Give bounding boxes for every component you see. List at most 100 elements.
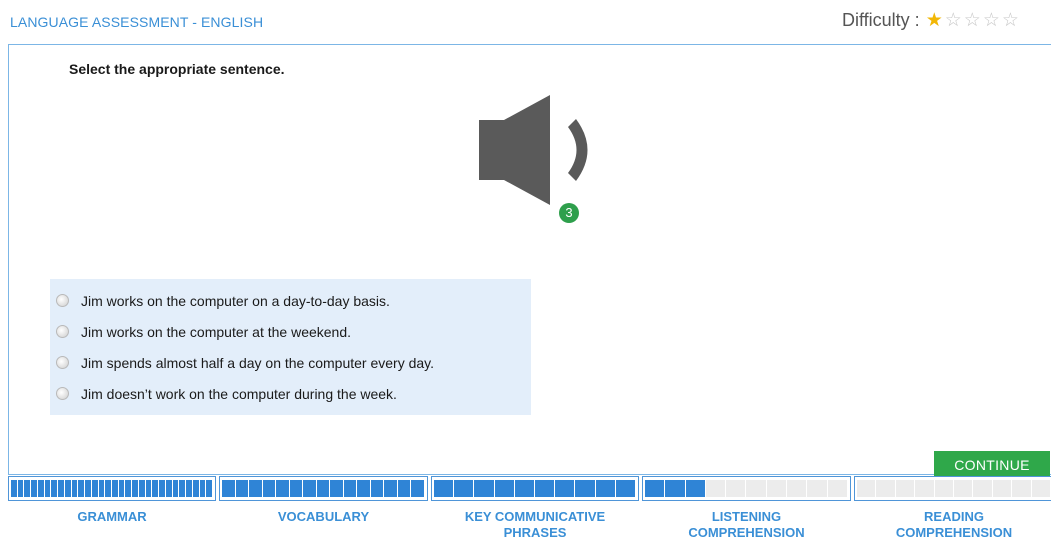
progress-section: LISTENING COMPREHENSION xyxy=(642,476,851,543)
progress-segment xyxy=(179,480,186,497)
progress-bar xyxy=(854,476,1051,501)
progress-segment xyxy=(615,480,636,497)
progress-segment xyxy=(595,480,615,497)
progress-bar xyxy=(431,476,639,501)
progress-bar xyxy=(642,476,851,501)
answer-option[interactable]: Jim works on the computer at the weekend… xyxy=(50,316,531,347)
progress-segment xyxy=(11,480,17,497)
progress-bar xyxy=(219,476,428,501)
section-label-line: COMPREHENSION xyxy=(688,525,805,540)
progress-segment xyxy=(125,480,132,497)
progress-segment xyxy=(954,480,973,497)
difficulty-stars: ★ ☆ ☆ ☆ ☆ xyxy=(926,11,1021,30)
progress-bar xyxy=(8,476,216,501)
progress-segment xyxy=(132,480,138,497)
progress-segment xyxy=(1031,480,1051,497)
progress-segment xyxy=(159,480,165,497)
progress-segment xyxy=(857,480,876,497)
progress-section-label: GRAMMAR xyxy=(8,509,216,525)
section-label-line: PHRASES xyxy=(503,525,567,540)
section-label-line: COMPREHENSION xyxy=(895,525,1013,540)
answer-option-label: Jim works on the computer on a day-to-da… xyxy=(81,292,390,309)
progress-segment xyxy=(555,480,575,497)
progress-section-label: LISTENING COMPREHENSION xyxy=(642,509,851,541)
star-empty-icon: ☆ xyxy=(1001,10,1019,31)
progress-section: GRAMMAR xyxy=(8,476,216,543)
progress-segment xyxy=(827,480,847,497)
progress-segment xyxy=(138,480,145,497)
progress-segment xyxy=(807,480,827,497)
progress-segment xyxy=(71,480,78,497)
speaker-icon[interactable] xyxy=(479,95,609,205)
radio-button[interactable] xyxy=(56,294,69,307)
progress-segment xyxy=(685,480,705,497)
progress-section: VOCABULARY xyxy=(219,476,428,543)
progress-segment xyxy=(474,480,494,497)
progress-segment xyxy=(206,480,213,497)
progress-segment xyxy=(51,480,58,497)
progress-segment xyxy=(787,480,807,497)
progress-segment xyxy=(222,480,235,497)
difficulty-label: Difficulty : xyxy=(842,10,920,30)
progress-segment xyxy=(17,480,24,497)
answer-option[interactable]: Jim works on the computer on a day-to-da… xyxy=(50,285,531,316)
progress-segment xyxy=(78,480,85,497)
progress-segment xyxy=(454,480,474,497)
progress-segment xyxy=(98,480,105,497)
star-empty-icon: ☆ xyxy=(944,10,962,31)
progress-segment xyxy=(397,480,411,497)
answer-option[interactable]: Jim spends almost half a day on the comp… xyxy=(50,347,531,378)
plays-remaining-badge: 3 xyxy=(559,203,579,223)
progress-segment xyxy=(249,480,262,497)
star-empty-icon: ☆ xyxy=(963,10,981,31)
section-label-line: KEY COMMUNICATIVE xyxy=(464,509,606,524)
progress-segment xyxy=(494,480,514,497)
progress-segment xyxy=(434,480,454,497)
answer-option-label: Jim doesn’t work on the computer during … xyxy=(81,385,397,402)
progress-segment xyxy=(876,480,895,497)
progress-section: KEY COMMUNICATIVE PHRASES xyxy=(431,476,639,543)
progress-segment xyxy=(746,480,766,497)
progress-segment xyxy=(118,480,125,497)
progress-segment xyxy=(973,480,992,497)
progress-segment xyxy=(276,480,289,497)
progress-segment xyxy=(85,480,91,497)
continue-button[interactable]: CONTINUE xyxy=(934,451,1050,477)
progress-segment xyxy=(535,480,555,497)
progress-segment xyxy=(262,480,276,497)
star-empty-icon: ☆ xyxy=(982,10,1000,31)
app-title: LANGUAGE ASSESSMENT - ENGLISH xyxy=(10,14,264,30)
section-label-line: READING xyxy=(924,509,984,524)
section-progress: GRAMMAR VOCABULARY KEY COMMUNICATIVE PHRASE… xyxy=(0,476,1051,543)
progress-segment xyxy=(91,480,98,497)
progress-segment xyxy=(343,480,357,497)
header: LANGUAGE ASSESSMENT - ENGLISH Difficulty… xyxy=(0,0,1051,44)
progress-segment xyxy=(766,480,787,497)
section-label-line: LISTENING xyxy=(711,509,782,524)
progress-segment xyxy=(289,480,303,497)
progress-section-label: KEY COMMUNICATIVE PHRASES xyxy=(431,509,639,541)
radio-button[interactable] xyxy=(56,356,69,369)
progress-segment xyxy=(575,480,595,497)
progress-segment xyxy=(645,480,665,497)
progress-segment xyxy=(37,480,44,497)
progress-segment xyxy=(384,480,397,497)
radio-button[interactable] xyxy=(56,325,69,338)
progress-segment xyxy=(165,480,172,497)
answer-option[interactable]: Jim doesn’t work on the computer during … xyxy=(50,378,531,409)
progress-segment xyxy=(24,480,31,497)
section-label-line: GRAMMAR xyxy=(77,509,147,524)
progress-segment xyxy=(64,480,71,497)
progress-segment xyxy=(665,480,685,497)
progress-segment xyxy=(199,480,206,497)
difficulty-rating: Difficulty : ★ ☆ ☆ ☆ ☆ xyxy=(842,10,1021,31)
progress-segment xyxy=(145,480,152,497)
progress-segment xyxy=(357,480,370,497)
progress-segment xyxy=(514,480,535,497)
progress-segment xyxy=(370,480,384,497)
progress-segment xyxy=(895,480,915,497)
progress-segment xyxy=(915,480,934,497)
progress-segment xyxy=(411,480,424,497)
radio-button[interactable] xyxy=(56,387,69,400)
progress-segment xyxy=(705,480,726,497)
